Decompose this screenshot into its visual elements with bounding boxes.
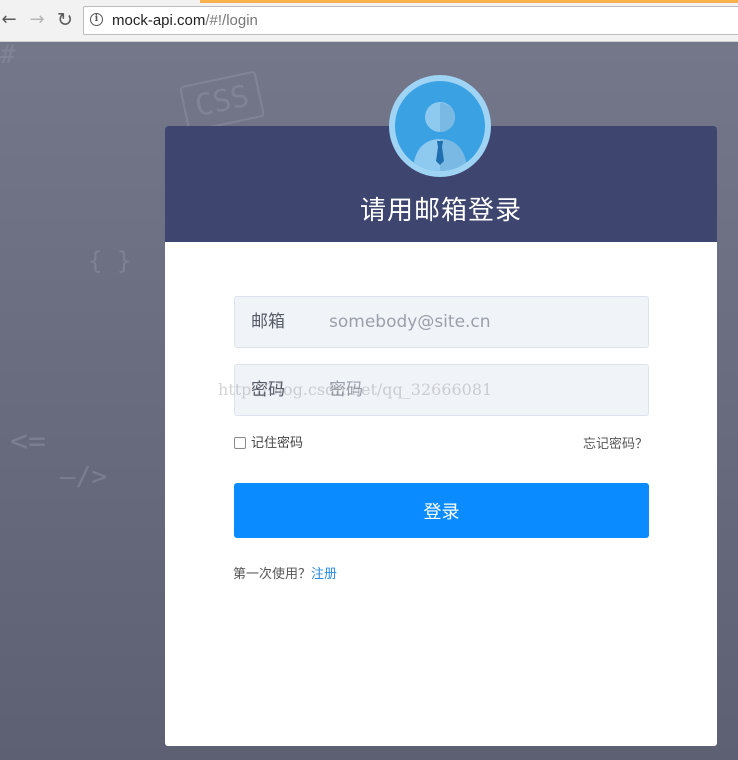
url-host: mock-api.com: [112, 12, 206, 29]
url-path: /#!/login: [205, 12, 258, 29]
address-bar[interactable]: i mock-api.com/#!/login: [83, 6, 738, 35]
password-input[interactable]: [329, 374, 629, 406]
first-use-text: 第一次使用？注册: [233, 563, 337, 582]
password-label: 密码: [251, 380, 285, 400]
register-link[interactable]: 注册: [311, 567, 337, 582]
deco-tag-close: —/>: [60, 462, 107, 492]
email-input[interactable]: [329, 306, 629, 338]
person-silhouette-icon: [413, 102, 467, 171]
remember-checkbox[interactable]: [234, 437, 246, 449]
avatar-inner: [395, 81, 485, 171]
deco-css-badge: CSS: [178, 70, 266, 133]
password-field[interactable]: 密码: [234, 364, 649, 416]
login-title: 请用邮箱登录: [359, 196, 522, 226]
deco-braces: { }: [88, 247, 132, 275]
deco-hash: #: [0, 42, 16, 70]
remember-password[interactable]: 记住密码: [234, 435, 303, 453]
user-avatar-icon: [389, 75, 491, 177]
reload-icon[interactable]: ↻: [54, 9, 76, 31]
url-text[interactable]: mock-api.com/#!/login: [112, 7, 258, 34]
tab-edge: [200, 0, 738, 3]
info-icon[interactable]: i: [90, 13, 103, 26]
login-button[interactable]: 登录: [234, 483, 649, 538]
email-label: 邮箱: [251, 312, 285, 332]
login-card: 请用邮箱登录 邮箱 密码 记住密码 忘记密码？ 登录 第一次使用？注册: [165, 126, 717, 746]
first-use-label: 第一次使用？: [233, 567, 312, 582]
remember-label: 记住密码: [251, 436, 304, 451]
forgot-password-link[interactable]: 忘记密码？: [583, 433, 648, 452]
email-field[interactable]: 邮箱: [234, 296, 649, 348]
back-arrow-icon[interactable]: ←: [0, 9, 20, 31]
browser-toolbar: ← → ↻ i mock-api.com/#!/login: [0, 0, 738, 42]
deco-tag-open: <=: [10, 424, 47, 459]
forward-arrow-icon[interactable]: →: [26, 9, 48, 31]
